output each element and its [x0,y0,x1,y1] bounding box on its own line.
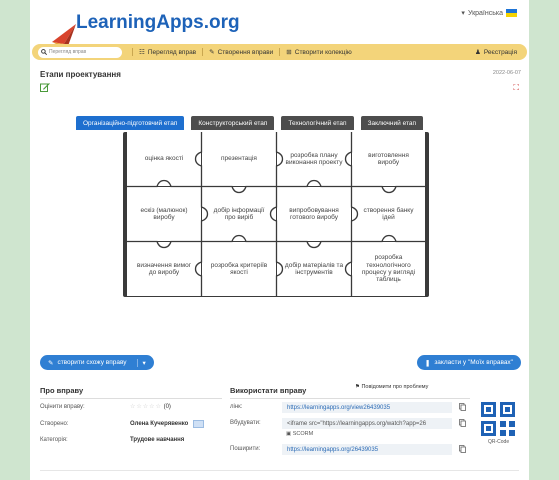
author-card-icon[interactable] [193,420,204,428]
share-field[interactable]: https://learningapps.org/26439035 [282,444,452,455]
search-icon [41,49,47,55]
star-icons: ☆☆☆☆☆ [130,404,162,410]
link-label: лінк: [230,404,243,410]
report-problem-label: Повідомити про проблему [361,384,429,390]
about-heading: Про вправу [40,386,84,395]
flag-report-icon: ⚑ [355,384,360,390]
use-divider [230,398,470,399]
scorm-label: SCORM [292,431,314,437]
use-heading: Використати вправу [230,386,307,395]
edit-icon: ✎ [48,359,54,367]
register-link[interactable]: ♟ Реєстрація [475,48,517,57]
link-field[interactable]: https://learningapps.org/view26439035 [282,402,452,413]
nav-browse[interactable]: ☷ Перегляд вправ [132,48,202,56]
edit-app-icon[interactable] [40,82,50,92]
scorm-link[interactable]: ▣ SCORM [286,431,313,437]
share-label: Поширити: [230,446,261,452]
search-input[interactable]: Перегляд вправ [38,46,122,58]
rate-label: Оцінити вправу: [40,404,85,410]
report-problem-link[interactable]: ⚑ Повідомити про проблему [355,384,428,390]
copy-icon[interactable] [459,445,466,453]
bookmark-icon: ❚ [424,359,431,367]
fullscreen-icon[interactable]: ⛶ [513,83,519,93]
tab-stage-3[interactable]: Технологічний етап [281,116,354,130]
embed-label: Вбудувати: [230,420,261,426]
copy-icon[interactable] [459,419,466,427]
logo[interactable]: LearningApps.org [44,6,240,46]
category-label: Категорія: [40,437,68,443]
puzzle-piece[interactable]: презентація [202,132,276,186]
puzzle-piece[interactable]: оцінка якості [127,132,201,186]
author-name[interactable]: Олена Кучерявенко [130,421,188,427]
qr-code-icon[interactable] [481,402,515,436]
bookmark-button[interactable]: ❚ закласти у "Моїх вправах" [416,355,521,370]
puzzle-piece[interactable]: визначення вимог до виробу [127,242,201,296]
create-similar-label: створити схожу вправу [57,359,127,366]
puzzle-piece[interactable]: добір інформації про виріб [202,187,276,241]
page: LearningApps.org ▾ Українська Перегляд в… [30,0,529,480]
puzzle-board: оцінка якості презентація розробка плану… [123,132,429,297]
nav-create-label: Створення вправи [217,48,274,56]
puzzle-piece[interactable]: створення банку ідей [352,187,425,241]
user-icon: ♟ [475,49,481,56]
main-nav: Перегляд вправ ☷ Перегляд вправ ✎ Створе… [32,44,527,60]
bookmark-label: закласти у "Моїх вправах" [434,359,513,366]
flag-icon [506,9,517,17]
puzzle-piece[interactable]: розробка технологічного процесу у вигляд… [352,242,425,296]
stage-tabs: Організаційно-підготовчий етап Конструкт… [76,116,424,130]
qr-code-label: QR-Code [488,439,510,445]
nav-create[interactable]: ✎ Створення вправи [202,48,279,56]
collection-icon: ⊞ [286,49,292,56]
created-label: Створено: [40,421,69,427]
language-selector[interactable]: ▾ Українська [461,9,517,17]
puzzle-grid: оцінка якості презентація розробка плану… [127,132,425,296]
puzzle-piece[interactable]: розробка плану виконання проекту [277,132,351,186]
language-label: Українська [467,9,503,17]
puzzle-piece[interactable]: добір матеріалів та інструментів [277,242,351,296]
category-value[interactable]: Трудове навчання [130,437,184,443]
embed-field[interactable]: <iframe src="https://learningapps.org/wa… [282,418,452,429]
tab-stage-2[interactable]: Конструкторський етап [191,116,275,130]
page-date: 2022-06-07 [492,70,521,76]
chevron-down-icon: ▾ [461,10,465,17]
pencil-icon: ✎ [209,49,215,56]
grid-icon: ☷ [139,49,145,56]
nav-browse-label: Перегляд вправ [147,48,197,56]
nav-collection[interactable]: ⊞ Створити колекцію [279,48,357,56]
register-label: Реєстрація [483,48,517,56]
search-placeholder: Перегляд вправ [49,49,87,55]
about-divider [40,398,222,399]
rating-count: (0) [163,404,171,410]
puzzle-piece[interactable]: виготовлення виробу [352,132,425,186]
footer-divider [40,470,519,471]
chevron-down-icon: ▾ [136,358,146,367]
tab-stage-4[interactable]: Заключний етап [360,116,424,130]
rating-stars[interactable]: ☆☆☆☆☆ (0) [130,403,171,410]
nav-collection-label: Створити колекцію [294,48,352,56]
puzzle-piece[interactable]: розробка критеріїв якості [202,242,276,296]
create-similar-button[interactable]: ✎ створити схожу вправу ▾ [40,355,154,370]
logo-text: LearningApps.org [76,12,240,33]
page-title: Етапи проектування [40,70,121,79]
package-icon: ▣ [286,431,292,437]
copy-icon[interactable] [459,403,466,411]
tab-stage-1[interactable]: Організаційно-підготовчий етап [76,116,185,130]
puzzle-piece[interactable]: ескіз (малюнок) виробу [127,187,201,241]
puzzle-piece[interactable]: випробовування готового виробу [277,187,351,241]
